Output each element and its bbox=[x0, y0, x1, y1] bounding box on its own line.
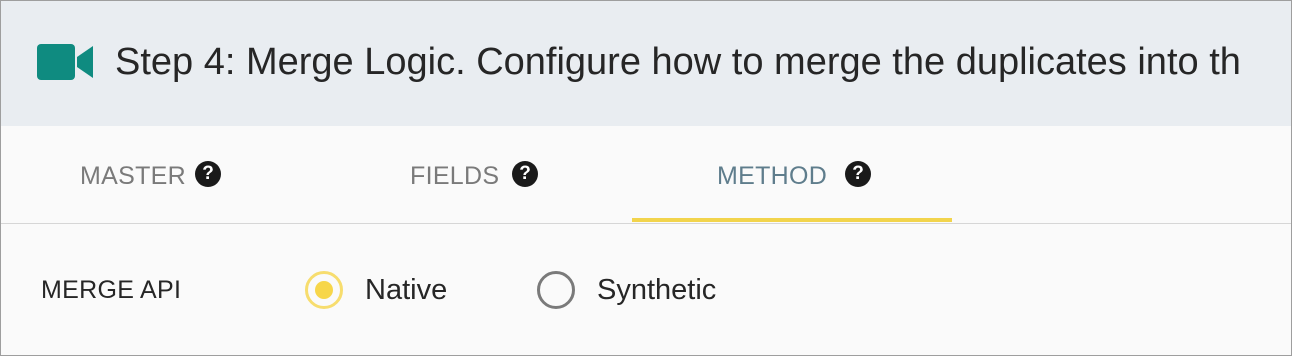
radio-native-label[interactable]: Native bbox=[365, 274, 447, 307]
active-tab-indicator bbox=[632, 218, 952, 222]
tab-method-label: METHOD bbox=[717, 162, 828, 190]
radio-synthetic-label[interactable]: Synthetic bbox=[597, 274, 716, 307]
page-title: Step 4: Merge Logic. Configure how to me… bbox=[115, 41, 1241, 83]
radio-selected-dot bbox=[315, 281, 333, 299]
tab-bar: MASTER ? FIELDS ? METHOD ? bbox=[1, 126, 1291, 224]
merge-api-label: MERGE API bbox=[41, 276, 182, 304]
radio-native[interactable] bbox=[305, 271, 343, 309]
video-camera-icon bbox=[37, 44, 93, 80]
step-header: Step 4: Merge Logic. Configure how to me… bbox=[1, 1, 1291, 126]
tab-method[interactable]: METHOD ? bbox=[632, 126, 952, 223]
help-icon[interactable]: ? bbox=[195, 161, 221, 187]
merge-logic-panel: Step 4: Merge Logic. Configure how to me… bbox=[0, 0, 1292, 356]
help-icon[interactable]: ? bbox=[512, 161, 538, 187]
tab-master[interactable]: MASTER ? bbox=[61, 126, 251, 223]
help-icon[interactable]: ? bbox=[845, 161, 871, 187]
radio-synthetic[interactable] bbox=[537, 271, 575, 309]
tab-fields-label: FIELDS bbox=[410, 162, 500, 190]
tab-fields[interactable]: FIELDS ? bbox=[391, 126, 581, 223]
tab-master-label: MASTER bbox=[80, 162, 186, 190]
